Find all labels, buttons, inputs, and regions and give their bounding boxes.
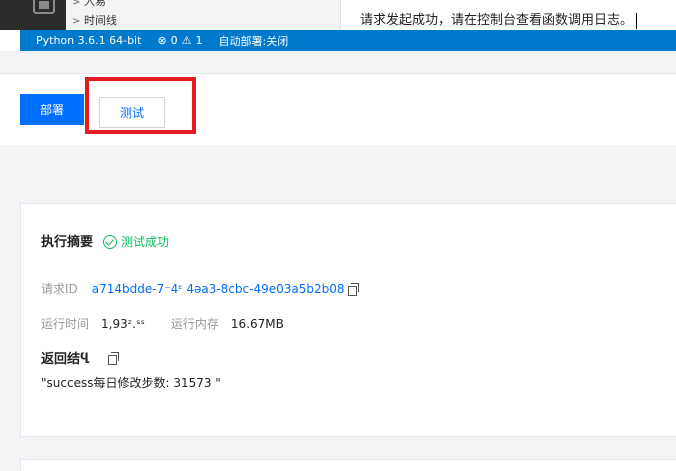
text-cursor xyxy=(636,12,638,29)
ide-panel: > 入易 > 时间线 请求发起成功，请在控制台查看函数调用日志。 Python 3.… xyxy=(0,0,676,51)
deploy-button[interactable]: 部署 xyxy=(20,94,84,125)
memory-label: 运行内存 xyxy=(170,317,219,331)
error-count: 0 xyxy=(170,34,178,47)
warning-icon: ⚠ xyxy=(181,34,192,47)
explorer-item-timeline[interactable]: > 时间线 xyxy=(72,12,117,28)
next-section-card xyxy=(20,459,676,471)
panel-divider[interactable] xyxy=(340,0,341,30)
request-id-value: a714bdde-7⁻4ᵋ 4ǝa3-8cbc-49e03a5b2b08 xyxy=(91,281,345,296)
files-icon[interactable] xyxy=(33,0,55,14)
test-button[interactable]: 测试 xyxy=(99,97,165,128)
action-bar: 部署 测试 xyxy=(0,73,676,145)
status-text: 测试成功 xyxy=(121,235,170,249)
return-value: "success每日修改步数: 31573 " xyxy=(41,376,221,390)
copy-icon[interactable] xyxy=(107,352,119,365)
memory-value: 16.67MB xyxy=(230,316,284,331)
auto-deploy-status[interactable]: 自动部署:关闭 xyxy=(219,33,289,49)
chevron-right-icon: > xyxy=(72,0,81,8)
problems-indicator[interactable]: ⊗ 0 ⚠ 1 xyxy=(157,34,202,47)
check-circle-icon xyxy=(103,234,117,249)
runtime-label: 运行时间 xyxy=(41,317,90,331)
runtime-value: 1,93ᶻ.ˢˢ xyxy=(101,316,145,331)
status-bar: Python 3.6.1 64-bit ⊗ 0 ⚠ 1 自动部署:关闭 xyxy=(20,30,676,51)
python-interpreter-label: Python 3.6.1 64-bit xyxy=(36,34,142,47)
return-title-label: 返回结Ⴁ xyxy=(41,352,90,367)
status-badge: 测试成功 xyxy=(103,233,169,250)
explorer-panel: > 入易 > 时间线 xyxy=(0,0,340,30)
activity-bar xyxy=(0,0,66,30)
explorer-item-label: 时间线 xyxy=(84,14,117,27)
error-icon: ⊗ xyxy=(157,34,167,47)
auto-deploy-label: 自动部署:关闭 xyxy=(218,34,289,48)
execution-result-card: 执行摘要 测试成功 请求ID a714bdde-7⁻4ᵋ 4ǝa3-8cbc-4… xyxy=(20,203,676,437)
chevron-right-icon: > xyxy=(72,16,81,27)
return-title: 返回结Ⴁ xyxy=(41,348,119,367)
console-output: 请求发起成功，请在控制台查看函数调用日志。 xyxy=(360,9,638,29)
copy-icon[interactable] xyxy=(347,283,359,296)
highlight-box: 测试 xyxy=(85,77,196,134)
warning-count: 1 xyxy=(195,34,203,47)
explorer-item-label: 入易 xyxy=(84,0,106,8)
request-id-row: 请求ID a714bdde-7⁻4ᵋ 4ǝa3-8cbc-49e03a5b2b0… xyxy=(41,280,359,297)
summary-title: 执行摘要 xyxy=(41,235,94,250)
request-id-label: 请求ID xyxy=(41,282,78,296)
python-interpreter[interactable]: Python 3.6.1 64-bit xyxy=(36,34,141,47)
explorer-item[interactable]: > 入易 xyxy=(72,0,106,9)
console-message: 请求发起成功，请在控制台查看函数调用日志。 xyxy=(360,13,634,28)
runtime-row: 运行时间 1,93ᶻ.ˢˢ 运行内存 16.67MB xyxy=(41,315,284,332)
